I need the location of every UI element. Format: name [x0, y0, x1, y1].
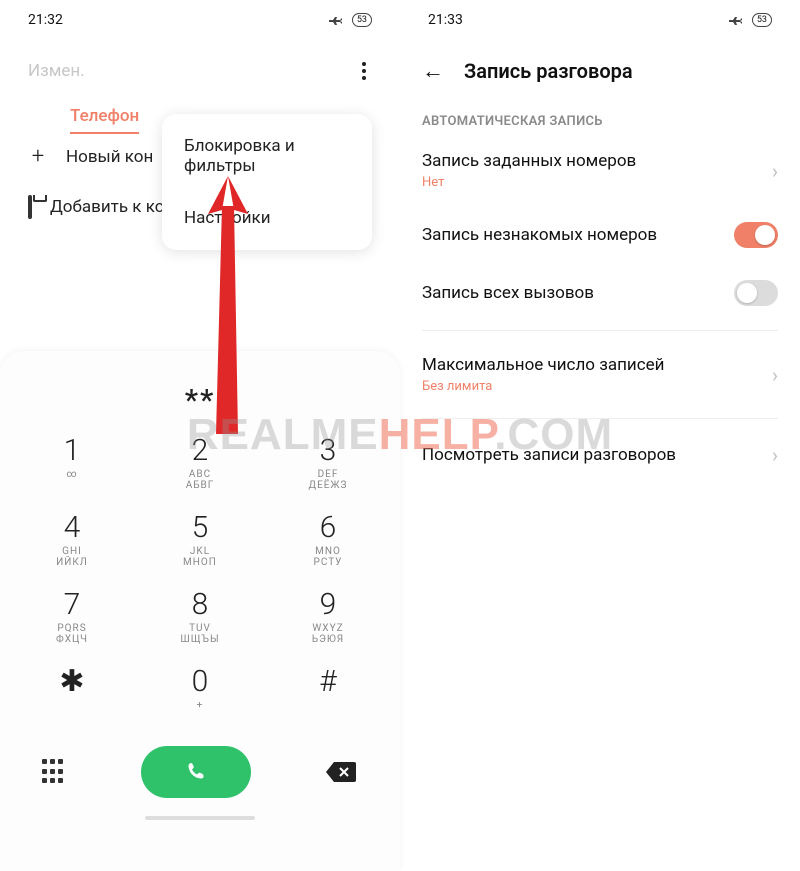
call-controls	[0, 736, 400, 816]
key-0[interactable]: 0+	[150, 659, 250, 730]
dialer-screen: 21:32 53 Измен. Телефон + Новый кон Доба…	[0, 0, 400, 871]
status-time: 21:33	[428, 12, 463, 28]
page-header: ← Запись разговора	[400, 40, 800, 92]
setting-label: Запись незнакомых номеров	[422, 225, 657, 245]
section-auto-record: АВТОМАТИЧЕСКАЯ ЗАПИСЬ	[400, 92, 800, 135]
key-2[interactable]: 2ABCАБВГ	[150, 428, 250, 499]
backspace-button[interactable]	[324, 760, 358, 784]
setting-sublabel: Без лимита	[422, 379, 664, 394]
popover-block-filters[interactable]: Блокировка и фильтры	[162, 120, 372, 192]
plus-icon: +	[28, 144, 48, 169]
call-recording-settings-screen: 21:33 53 ← Запись разговора АВТОМАТИЧЕСК…	[400, 0, 800, 871]
battery-icon: 53	[352, 13, 372, 27]
key-9[interactable]: 9WXYZЬЭЮЯ	[278, 582, 378, 653]
chevron-right-icon: ›	[772, 443, 778, 467]
header-row: Измен.	[0, 40, 400, 96]
status-icons: 53	[728, 13, 772, 27]
setting-record-given-numbers[interactable]: Запись заданных номеров Нет ›	[400, 135, 800, 206]
overflow-popover: Блокировка и фильтры Настройки	[162, 114, 372, 250]
status-icons: 53	[328, 13, 372, 27]
new-contact-label: Новый кон	[66, 147, 153, 167]
setting-label: Запись всех вызовов	[422, 283, 594, 303]
key-star[interactable]: ✱	[22, 659, 122, 730]
airplane-icon	[328, 14, 346, 26]
setting-sublabel: Нет	[422, 175, 636, 190]
setting-record-all-calls[interactable]: Запись всех вызовов	[400, 264, 800, 322]
key-6[interactable]: 6MNOРСТУ	[278, 505, 378, 576]
status-bar: 21:32 53	[0, 0, 400, 40]
setting-label: Запись заданных номеров	[422, 151, 636, 171]
key-4[interactable]: 4GHIИЙКЛ	[22, 505, 122, 576]
popover-settings[interactable]: Настройки	[162, 192, 372, 244]
setting-record-unknown-numbers[interactable]: Запись незнакомых номеров	[400, 206, 800, 264]
key-1[interactable]: 1∞	[22, 428, 122, 499]
airplane-icon	[728, 14, 746, 26]
tab-phone[interactable]: Телефон	[70, 106, 139, 134]
key-hash[interactable]: #	[278, 659, 378, 730]
setting-view-recordings[interactable]: Посмотреть записи разговоров ›	[400, 427, 800, 483]
chevron-right-icon: ›	[772, 159, 778, 183]
annotation-arrow	[198, 176, 258, 436]
page-title: Запись разговора	[464, 59, 633, 83]
nav-bar-handle[interactable]	[145, 816, 255, 820]
key-5[interactable]: 5JKLМНОП	[150, 505, 250, 576]
back-button[interactable]: ←	[422, 58, 444, 84]
status-bar: 21:33 53	[400, 0, 800, 40]
chevron-right-icon: ›	[772, 363, 778, 387]
edit-button[interactable]: Измен.	[28, 61, 85, 81]
setting-max-recordings[interactable]: Максимальное число записей Без лимита ›	[400, 339, 800, 410]
divider	[422, 418, 778, 419]
save-icon	[28, 197, 32, 217]
toggle-record-all[interactable]	[734, 280, 778, 306]
call-button[interactable]	[141, 746, 251, 798]
dialpad-grid-icon[interactable]	[42, 759, 68, 785]
keypad: 1∞ 2ABCАБВГ 3DEFДЕЁЖЗ 4GHIИЙКЛ 5JKLМНОП …	[0, 428, 400, 730]
setting-label: Посмотреть записи разговоров	[422, 445, 676, 465]
divider	[422, 330, 778, 331]
phone-icon	[184, 760, 208, 784]
key-7[interactable]: 7PQRSФХЦЧ	[22, 582, 122, 653]
key-8[interactable]: 8TUVШЩЪЫ	[150, 582, 250, 653]
overflow-menu-icon[interactable]	[356, 56, 372, 86]
status-time: 21:32	[28, 12, 63, 28]
setting-label: Максимальное число записей	[422, 355, 664, 375]
key-3[interactable]: 3DEFДЕЁЖЗ	[278, 428, 378, 499]
battery-icon: 53	[752, 13, 772, 27]
toggle-record-unknown[interactable]	[734, 222, 778, 248]
